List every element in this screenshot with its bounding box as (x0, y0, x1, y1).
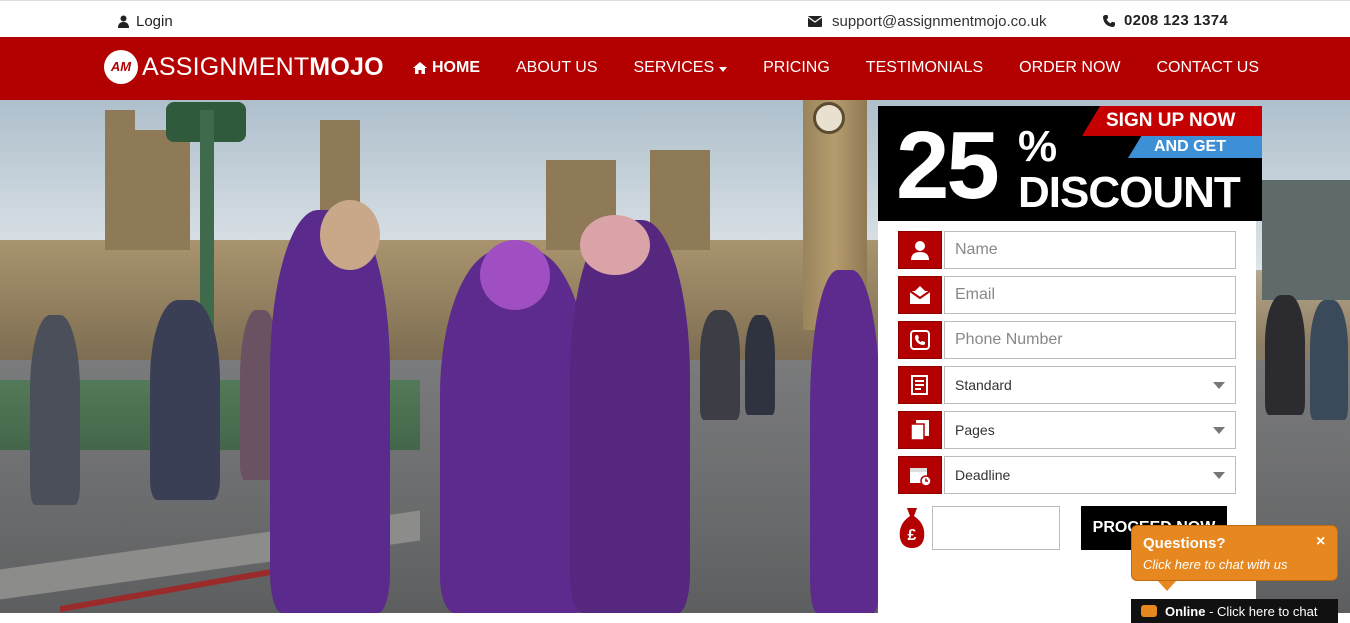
nav-menu: HOME ABOUT US SERVICES PRICING TESTIMONI… (413, 59, 1295, 77)
clock-face (813, 102, 845, 134)
percent-sign: % (1018, 122, 1058, 171)
nav-item-order-now[interactable]: ORDER NOW (1019, 59, 1120, 77)
student-pink-scarf (580, 215, 650, 275)
chat-prompt-bubble[interactable]: Questions? Click here to chat with us × (1131, 525, 1338, 591)
pages-row: Pages (898, 411, 1236, 449)
chat-status-bar[interactable]: Online - Click here to chat (1131, 599, 1338, 623)
envelope-icon (898, 276, 942, 314)
pedestrian (1265, 295, 1305, 415)
pedestrian (30, 315, 80, 505)
chat-bubble-icon (1141, 605, 1157, 617)
phone-row: Phone Number (898, 321, 1236, 359)
student-purple-shirt (810, 270, 880, 613)
name-field[interactable]: Name (944, 231, 1236, 269)
price-field[interactable] (932, 506, 1060, 550)
chat-question: Questions? (1143, 535, 1226, 552)
name-row: Name (898, 231, 1236, 269)
student-purple-shirt (270, 210, 390, 613)
email-field[interactable]: Email (944, 276, 1236, 314)
brand-logo[interactable]: AM ASSIGNMENTMOJO (104, 49, 384, 85)
money-bag-icon: £ (899, 508, 925, 548)
pedestrian (745, 315, 775, 415)
building-right (1262, 180, 1350, 300)
discount-banner: 25 % DISCOUNT SIGN UP NOW AND GET (878, 106, 1262, 221)
discount-label: DISCOUNT (1018, 168, 1241, 217)
phone-link[interactable]: 0208 123 1374 (1103, 12, 1228, 29)
student-face (320, 200, 380, 270)
palace-tower (130, 130, 190, 250)
student-purple-hat (480, 240, 550, 310)
phone-number[interactable]: 0208 123 1374 (1124, 12, 1228, 29)
close-icon[interactable]: × (1316, 533, 1325, 551)
brand-name: ASSIGNMENTMOJO (142, 52, 384, 81)
phone-icon (898, 321, 942, 359)
user-icon (118, 15, 129, 28)
service-select[interactable]: Standard (944, 366, 1236, 404)
pages-icon (898, 411, 942, 449)
pedestrian (150, 300, 220, 500)
calendar-icon (898, 456, 942, 494)
email-address[interactable]: support@assignmentmojo.co.uk (832, 13, 1047, 30)
nav-item-testimonials[interactable]: TESTIMONIALS (866, 59, 983, 77)
svg-text:£: £ (908, 527, 917, 544)
chevron-down-icon (719, 66, 728, 72)
phone-field[interactable]: Phone Number (944, 321, 1236, 359)
pedestrian (1310, 300, 1348, 420)
nav-item-contact-us[interactable]: CONTACT US (1156, 59, 1259, 77)
nav-item-home[interactable]: HOME (413, 59, 480, 77)
deadline-select[interactable]: Deadline (944, 456, 1236, 494)
login-link[interactable]: Login (118, 13, 173, 30)
nav-item-services[interactable]: SERVICES (634, 59, 728, 77)
chat-status-line: Online - Click here to chat (1165, 603, 1318, 619)
main-navbar: AM ASSIGNMENTMOJO HOME ABOUT US SERVICES… (0, 37, 1350, 100)
signup-ribbon: SIGN UP NOW (1082, 106, 1262, 136)
chat-subtitle: Click here to chat with us (1143, 557, 1288, 572)
nav-item-about-us[interactable]: ABOUT US (516, 59, 598, 77)
chevron-down-icon (1213, 471, 1225, 479)
service-row: Standard (898, 366, 1236, 404)
email-row: Email (898, 276, 1236, 314)
phone-icon (1103, 14, 1115, 27)
document-list-icon (898, 366, 942, 404)
nav-item-pricing[interactable]: PRICING (763, 59, 830, 77)
chevron-down-icon (1213, 381, 1225, 389)
pages-select[interactable]: Pages (944, 411, 1236, 449)
discount-percent: 25 (896, 112, 1000, 219)
deadline-row: Deadline (898, 456, 1236, 494)
pedestrian (700, 310, 740, 420)
and-get-ribbon: AND GET (1128, 136, 1262, 158)
email-link[interactable]: support@assignmentmojo.co.uk (808, 13, 1047, 30)
user-icon (898, 231, 942, 269)
chevron-down-icon (1213, 426, 1225, 434)
login-label[interactable]: Login (136, 13, 173, 30)
home-icon (413, 62, 427, 74)
logo-mark-icon: AM (104, 50, 138, 84)
envelope-icon (808, 16, 822, 27)
student-purple-shirt (570, 220, 690, 613)
top-bar: Login support@assignmentmojo.co.uk 0208 … (0, 0, 1350, 37)
